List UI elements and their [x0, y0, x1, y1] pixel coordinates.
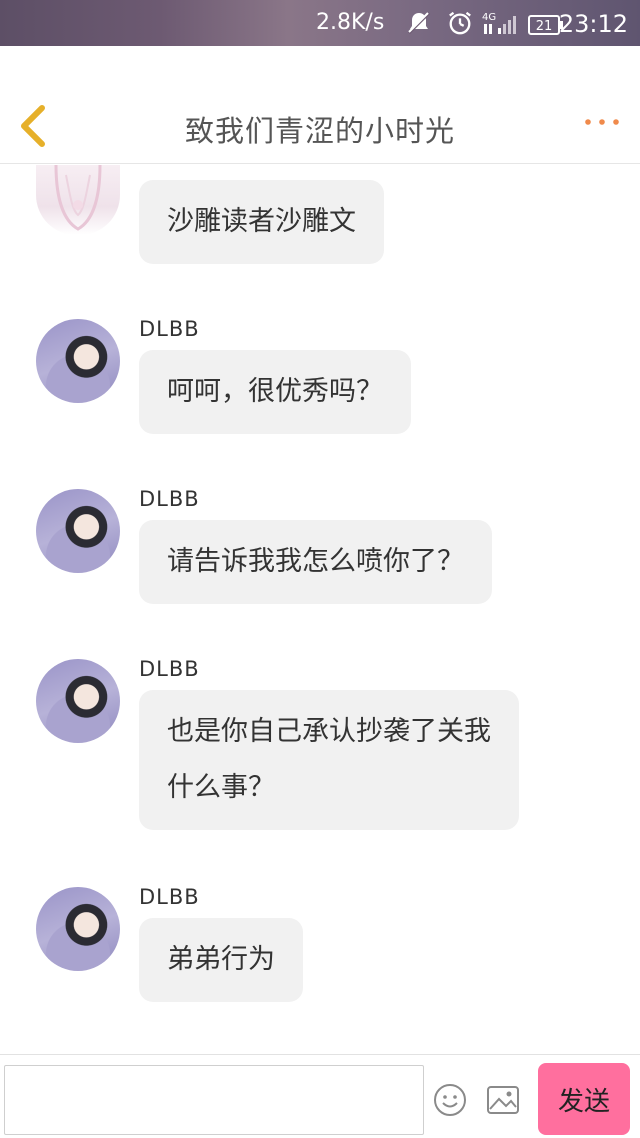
user-avatar[interactable]: [36, 887, 120, 971]
sender-name: DLBB: [139, 317, 200, 341]
user-avatar[interactable]: [36, 489, 120, 573]
status-time: 23:12: [558, 10, 628, 38]
message-bubble: 呵呵，很优秀吗？: [139, 350, 411, 434]
user-avatar[interactable]: [36, 319, 120, 403]
message-bubble: 也是你自己承认抄袭了关我 什么事？: [139, 690, 519, 830]
message-text-line: 也是你自己承认抄袭了关我: [167, 716, 491, 747]
more-options-icon[interactable]: [584, 112, 620, 132]
sender-name: DLBB: [139, 657, 200, 681]
emoji-icon[interactable]: [433, 1083, 467, 1117]
message-bubble: 弟弟行为: [139, 918, 303, 1002]
status-bar: 2.8K/s 4G 21 23:12: [0, 0, 640, 46]
network-speed: 2.8K/s: [316, 10, 385, 35]
message-text-line: 什么事？: [167, 772, 275, 803]
message-text: 请告诉我我怎么喷你了？: [167, 546, 464, 577]
sender-name: DLBB: [139, 885, 200, 909]
chat-header: 致我们青涩的小时光: [0, 46, 640, 164]
message-text: 呵呵，很优秀吗？: [167, 376, 383, 407]
mute-notification-icon: [407, 11, 431, 35]
girl-avatar[interactable]: [36, 165, 120, 235]
user-avatar[interactable]: [36, 659, 120, 743]
message-input-bar: 发送: [0, 1054, 640, 1138]
send-button[interactable]: 发送: [538, 1063, 630, 1135]
alarm-icon: [449, 11, 471, 35]
message-bubble: 沙雕读者沙雕文: [139, 180, 384, 264]
sender-name: DLBB: [139, 487, 200, 511]
message-text: 弟弟行为: [167, 944, 275, 975]
signal-icon: 4G: [482, 12, 516, 34]
message-input[interactable]: [4, 1065, 424, 1135]
image-icon[interactable]: [486, 1085, 520, 1115]
network-type-label: 4G: [482, 12, 496, 23]
message-list: 沙雕读者沙雕文 DLBB 呵呵，很优秀吗？ DLBB 请告诉我我怎么喷你了？ D…: [0, 165, 640, 1053]
message-text: 沙雕读者沙雕文: [167, 206, 356, 237]
page-title: 致我们青涩的小时光: [184, 114, 455, 148]
message-bubble: 请告诉我我怎么喷你了？: [139, 520, 492, 604]
battery-level: 21: [536, 19, 553, 34]
